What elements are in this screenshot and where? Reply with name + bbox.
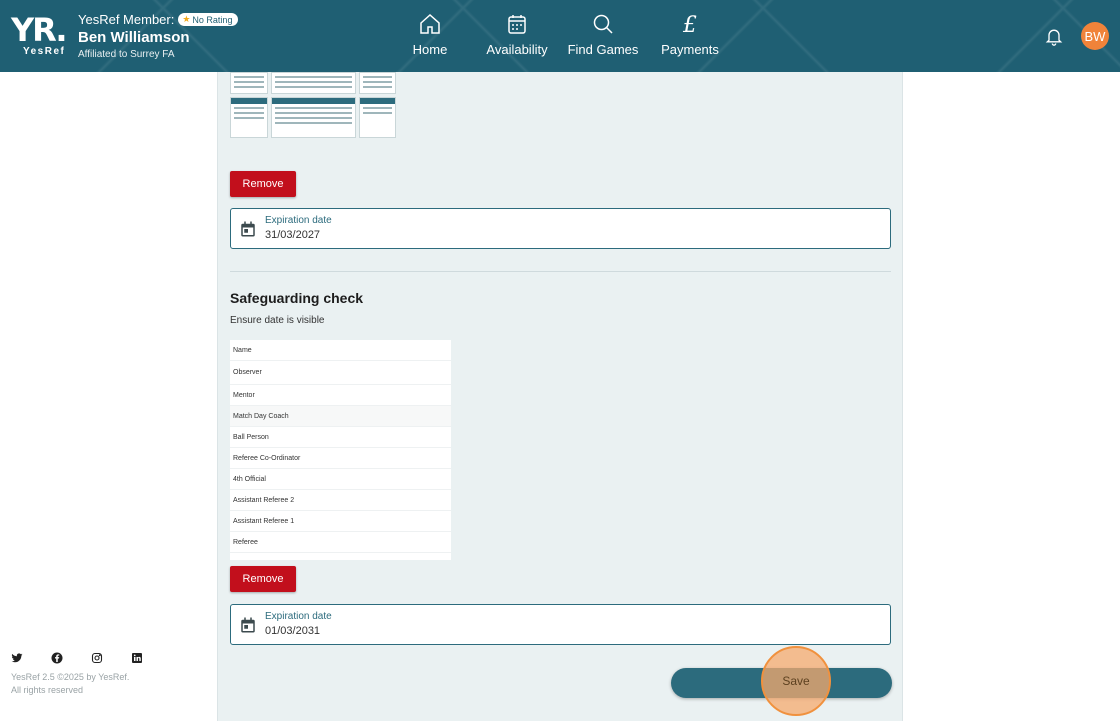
expiration-date-value: 31/03/2027 [265,229,321,241]
documents-panel: Remove Expiration date 31/03/2027 Safegu… [217,72,903,721]
nav-availability-label: Availability [486,42,548,57]
save-button-label[interactable]: Save [761,646,831,716]
list-item: Ball Person [230,427,451,448]
list-item: Referee [230,532,451,553]
search-icon [593,14,613,34]
section-title: Safeguarding check [230,290,364,306]
nav-home-label: Home [412,42,448,57]
document-thumbnails [230,72,400,138]
thumbnail [359,97,396,138]
home-icon [420,13,440,34]
svg-text:£: £ [682,13,697,36]
social-links [11,652,143,664]
list-item: Assistant Referee 1 [230,511,451,532]
facebook-icon[interactable] [51,652,63,664]
calendar-icon [241,617,255,633]
nav-home[interactable]: Home [408,12,452,57]
expiration-date-value: 01/03/2031 [265,625,321,637]
section-hint: Ensure date is visible [230,315,325,326]
nav-availability[interactable]: Availability [483,12,551,57]
linkedin-icon[interactable] [131,652,143,664]
expiration-date-field[interactable]: Expiration date 01/03/2031 [230,604,891,645]
list-item: Match Day Coach [230,406,451,427]
user-name: Ben Williamson [78,29,190,46]
top-navigation-bar: YR. YesRef YesRef Member: ★ No Rating Be… [0,0,1120,72]
avatar[interactable]: BW [1081,22,1109,50]
list-item: Assistant Referee 2 [230,490,451,511]
rating-badge-text: No Rating [192,14,233,25]
expiration-date-field[interactable]: Expiration date 31/03/2027 [230,208,891,249]
yesref-logo[interactable]: YR. YesRef [11,14,69,58]
bell-icon[interactable] [1044,26,1064,46]
expiration-date-label: Expiration date [265,215,332,226]
list-item: Observer [230,361,451,385]
list-item: Referee Co-Ordinator [230,448,451,469]
thumbnail [271,97,356,138]
list-item: Name [230,340,451,361]
instagram-icon[interactable] [91,652,103,664]
footer-rights: All rights reserved [11,685,84,695]
calendar-icon [508,15,526,34]
nav-payments-label: Payments [661,42,719,57]
nav-find-games-label: Find Games [567,42,639,57]
rating-badge: ★ No Rating [178,13,239,26]
affiliation: Affiliated to Surrey FA [78,49,175,60]
member-info: YesRef Member: ★ No Rating Ben Williamso… [78,12,239,60]
thumbnail [230,72,268,94]
calendar-icon [241,221,255,237]
safeguarding-document-preview[interactable]: Name Observer Mentor Match Day Coach Bal… [230,340,451,560]
nav-payments[interactable]: £ Payments [658,12,722,57]
footer-version: YesRef 2.5 ©2025 by YesRef. [11,672,130,682]
twitter-icon[interactable] [11,652,23,664]
logo-mark: YR. [11,11,68,49]
list-item: 4th Official [230,469,451,490]
star-icon: ★ [182,14,191,24]
thumbnail [230,97,268,138]
logo-word: YesRef [23,46,66,57]
thumbnail [271,72,356,94]
expiration-date-label: Expiration date [265,611,332,622]
pound-icon: £ [682,13,697,36]
list-item: Mentor [230,385,451,406]
thumbnail [359,72,396,94]
section-divider [230,271,891,272]
remove-button[interactable]: Remove [230,171,296,197]
remove-button[interactable]: Remove [230,566,296,592]
member-label: YesRef Member: [78,12,175,27]
nav-find-games[interactable]: Find Games [566,12,640,57]
